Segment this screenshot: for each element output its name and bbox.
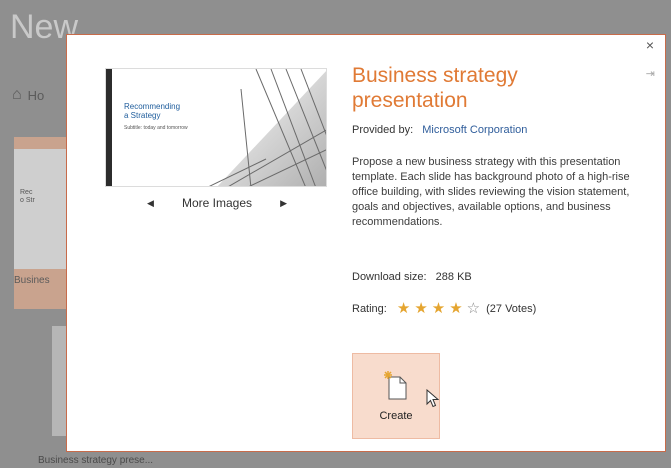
provided-by: Provided by: Microsoft Corporation <box>352 124 527 136</box>
new-document-icon <box>384 371 407 400</box>
template-title: Business strategy presentation <box>352 64 518 112</box>
rating-stars: ★ ★ ★ ★ ☆ <box>397 301 480 316</box>
close-button[interactable]: × <box>643 38 657 52</box>
pin-icon[interactable]: ⇥ <box>646 67 655 80</box>
create-label: Create <box>379 410 413 422</box>
template-preview-dialog: × ⇥ Recommending a Strategy Subtitle: to… <box>66 34 666 452</box>
template-description: Propose a new business strategy with thi… <box>352 156 630 228</box>
more-images-nav: ◀ More Images ▶ <box>147 196 287 210</box>
provided-by-label: Provided by: <box>352 124 414 136</box>
backstage-bottom-caption: Business strategy prese... <box>38 455 154 466</box>
star-filled-icon: ★ <box>449 300 463 317</box>
star-empty-icon: ☆ <box>466 300 481 317</box>
download-size: Download size: 288 KB <box>352 271 472 283</box>
template-preview-image: Recommending a Strategy Subtitle: today … <box>105 68 327 187</box>
backstage-card-thumbnail: Rec o Str <box>14 149 66 269</box>
backstage-template-card[interactable]: Rec o Str Busines <box>14 137 66 309</box>
mouse-cursor-icon <box>426 389 440 408</box>
star-filled-icon: ★ <box>396 300 411 317</box>
preview-slide-subtitle: Subtitle: today and tomorrow <box>124 125 188 131</box>
rating-votes: (27 Votes) <box>486 302 537 315</box>
backstage-home-label: Ho <box>27 87 45 103</box>
star-filled-icon: ★ <box>431 300 446 317</box>
provider-link[interactable]: Microsoft Corporation <box>422 124 527 136</box>
triangle-right-icon[interactable]: ▶ <box>280 198 287 209</box>
backstage-home-link[interactable]: ⌂ Ho <box>12 86 44 104</box>
star-filled-icon: ★ <box>414 300 428 317</box>
download-size-label: Download size: <box>352 271 427 283</box>
download-size-value: 288 KB <box>435 271 472 283</box>
preview-slide-title: Recommending a Strategy <box>124 102 181 120</box>
rating-label: Rating: <box>352 302 387 315</box>
backstage-card-mini-title: Rec o Str <box>20 189 35 204</box>
triangle-left-icon[interactable]: ◀ <box>147 198 154 209</box>
rating: Rating: ★ ★ ★ ★ ☆ (27 Votes) <box>352 301 536 316</box>
home-icon: ⌂ <box>12 86 22 103</box>
more-images-label[interactable]: More Images <box>182 196 252 210</box>
backstage-card-caption: Busines <box>14 275 50 286</box>
